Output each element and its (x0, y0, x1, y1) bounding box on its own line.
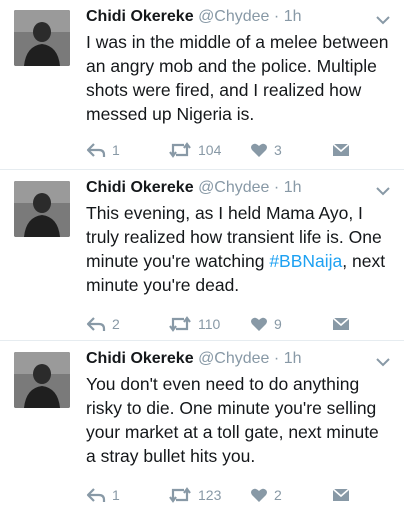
tweet-text-part: You don't even need to do anything risky… (86, 374, 379, 466)
reply-icon (86, 142, 106, 158)
tweet-actions: 1 104 3 (86, 139, 386, 161)
avatar[interactable] (14, 10, 70, 66)
author-handle[interactable]: @Chydee (198, 8, 269, 25)
chevron-down-icon[interactable] (376, 12, 390, 25)
direct-message-button[interactable] (332, 484, 350, 506)
retweet-button[interactable]: 123 (168, 484, 221, 506)
separator-dot: · (273, 179, 280, 196)
chevron-down-icon[interactable] (376, 354, 390, 367)
envelope-icon (332, 317, 350, 331)
heart-icon (250, 487, 268, 503)
tweet-actions: 2 110 9 (86, 313, 386, 335)
retweet-button[interactable]: 110 (168, 313, 220, 335)
heart-icon (250, 316, 268, 332)
like-button[interactable]: 9 (250, 313, 282, 335)
retweet-icon (168, 142, 192, 158)
reply-icon (86, 487, 106, 503)
avatar[interactable] (14, 181, 70, 237)
tweet[interactable]: Chidi Okereke @Chydee · 1h I was in the … (0, 0, 404, 170)
direct-message-button[interactable] (332, 313, 350, 335)
tweet[interactable]: Chidi Okereke @Chydee · 1h You don't eve… (0, 342, 404, 512)
tweet-text: You don't even need to do anything risky… (86, 372, 392, 468)
separator-dot: · (273, 350, 280, 367)
reply-count: 1 (112, 142, 120, 158)
retweet-count: 123 (198, 487, 222, 503)
reply-button[interactable]: 1 (86, 139, 120, 161)
timestamp[interactable]: 1h (284, 179, 302, 196)
reply-count: 1 (112, 487, 120, 503)
tweet-header: Chidi Okereke @Chydee · 1h (86, 8, 301, 26)
tweet-header: Chidi Okereke @Chydee · 1h (86, 350, 301, 368)
author-handle[interactable]: @Chydee (198, 350, 269, 367)
retweet-count: 104 (198, 142, 222, 158)
like-button[interactable]: 3 (250, 139, 282, 161)
tweet-actions: 1 123 2 (86, 484, 386, 506)
reply-button[interactable]: 1 (86, 484, 120, 506)
tweet-text: I was in the middle of a melee between a… (86, 30, 392, 126)
retweet-count: 110 (198, 316, 221, 332)
author-handle[interactable]: @Chydee (198, 179, 269, 196)
hashtag-link[interactable]: #BBNaija (269, 251, 342, 271)
tweet[interactable]: Chidi Okereke @Chydee · 1h This evening,… (0, 171, 404, 341)
like-count: 9 (274, 316, 282, 332)
like-count: 3 (274, 142, 282, 158)
tweet-text: This evening, as I held Mama Ayo, I trul… (86, 201, 392, 297)
envelope-icon (332, 488, 350, 502)
retweet-icon (168, 487, 192, 503)
envelope-icon (332, 143, 350, 157)
author-name[interactable]: Chidi Okereke (86, 350, 194, 367)
reply-count: 2 (112, 316, 120, 332)
like-button[interactable]: 2 (250, 484, 282, 506)
chevron-down-icon[interactable] (376, 183, 390, 196)
reply-icon (86, 316, 106, 332)
retweet-icon (168, 316, 192, 332)
heart-icon (250, 142, 268, 158)
tweet-text-part: I was in the middle of a melee between a… (86, 32, 389, 124)
retweet-button[interactable]: 104 (168, 139, 221, 161)
avatar[interactable] (14, 352, 70, 408)
author-name[interactable]: Chidi Okereke (86, 179, 194, 196)
timestamp[interactable]: 1h (284, 350, 302, 367)
reply-button[interactable]: 2 (86, 313, 120, 335)
timestamp[interactable]: 1h (284, 8, 302, 25)
direct-message-button[interactable] (332, 139, 350, 161)
tweet-header: Chidi Okereke @Chydee · 1h (86, 179, 301, 197)
separator-dot: · (273, 8, 280, 25)
like-count: 2 (274, 487, 282, 503)
author-name[interactable]: Chidi Okereke (86, 8, 194, 25)
